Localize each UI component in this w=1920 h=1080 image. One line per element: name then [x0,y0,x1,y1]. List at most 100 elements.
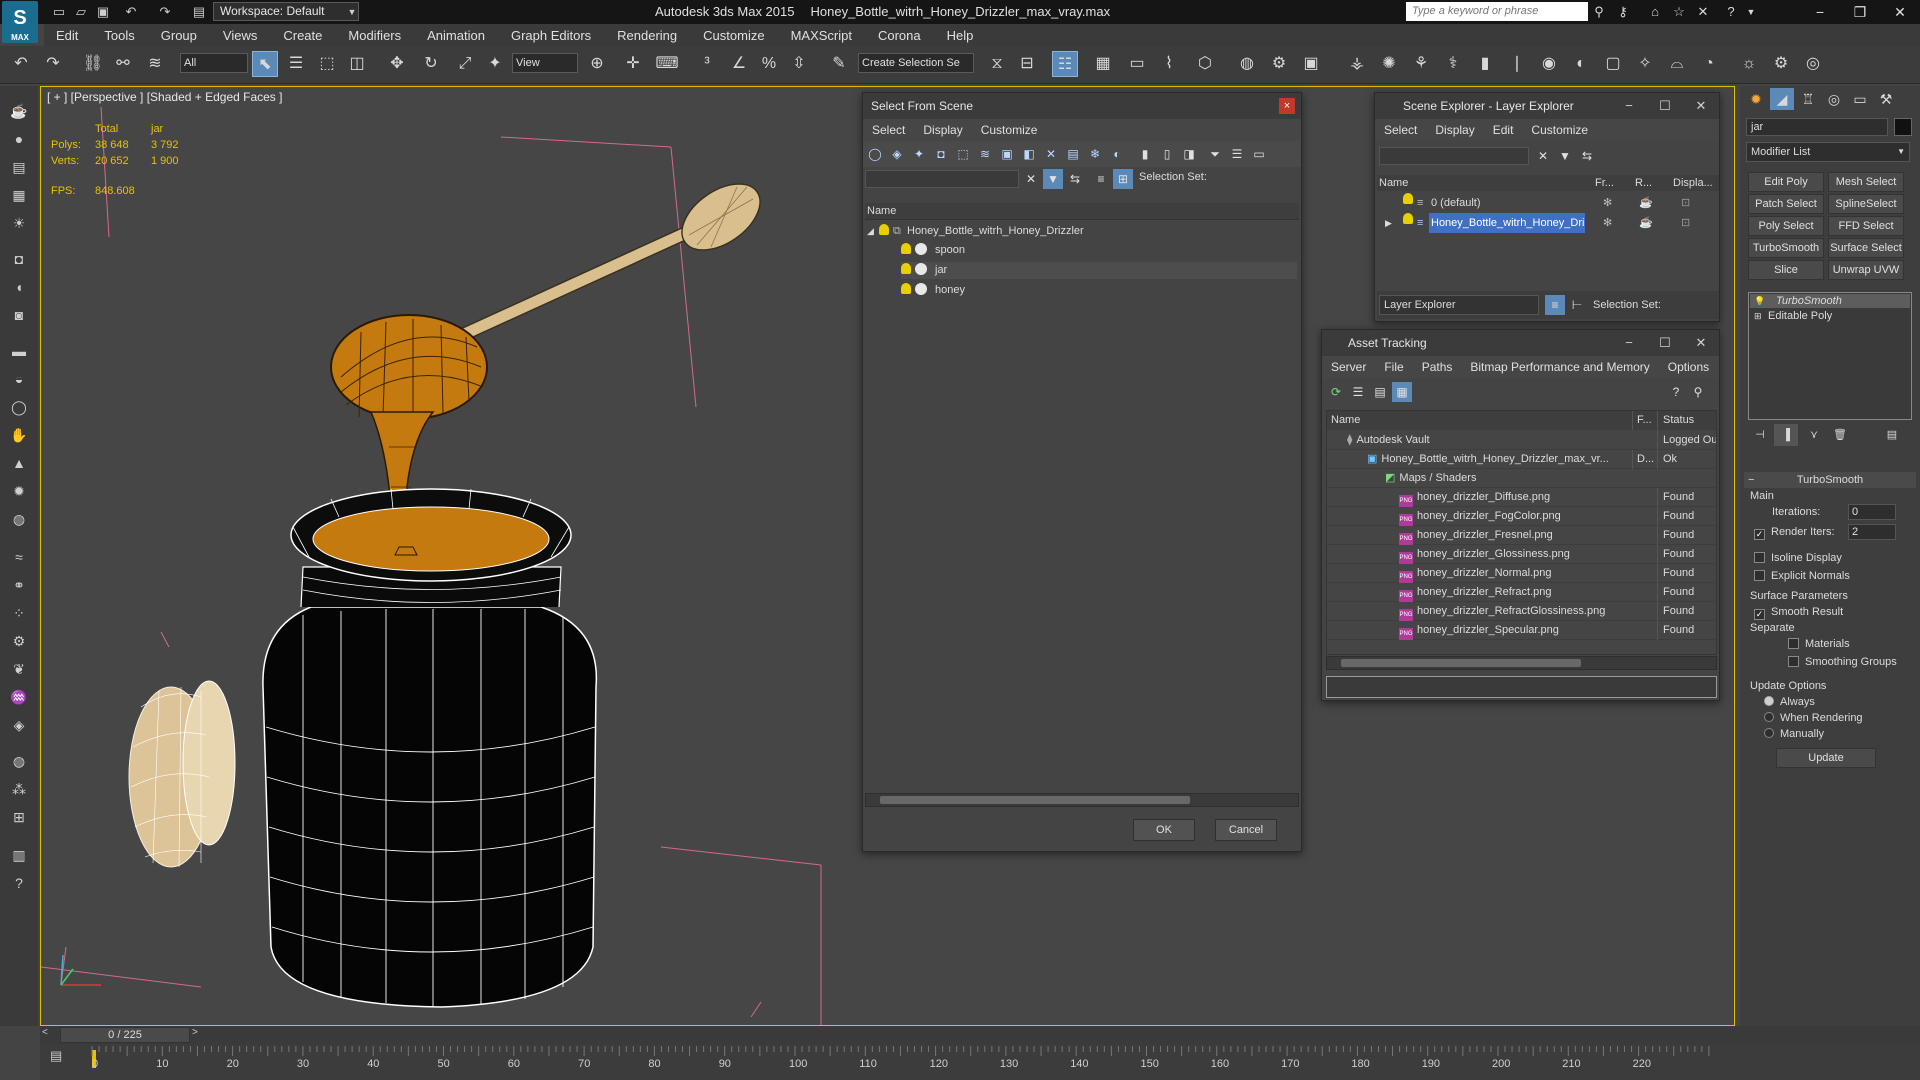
menu-views[interactable]: Views [210,28,270,43]
vray-dome-icon[interactable]: ⌓ [1664,51,1690,77]
save-file-icon[interactable]: ▣ [94,3,112,21]
curve-editor-icon[interactable]: ⌇ [1156,51,1182,77]
select-by-name-icon[interactable]: ☰ [283,51,309,77]
at-menu-file[interactable]: File [1375,360,1412,374]
molecule-icon[interactable]: ⚭ [7,574,31,596]
display-none-icon[interactable]: ▯ [1157,144,1177,164]
vray-plane-icon[interactable]: ❘ [1504,51,1530,77]
maximize-button[interactable]: ❐ [1840,0,1880,24]
close-button[interactable]: ✕ [1880,0,1920,24]
unwrap-uvw-button[interactable]: Unwrap UVW [1828,260,1904,280]
at-menu-paths[interactable]: Paths [1413,360,1462,374]
sx-col-render[interactable]: R... [1635,175,1652,191]
menu-group[interactable]: Group [148,28,210,43]
sx-sync-icon[interactable]: ⇆ [1577,146,1597,166]
at-menu-options[interactable]: Options [1659,360,1718,374]
menu-customize[interactable]: Customize [690,28,777,43]
mesh-select-button[interactable]: Mesh Select [1828,172,1904,192]
ref-coord-dropdown[interactable]: View [512,53,578,73]
tree-item-jar[interactable]: jar [901,262,1297,279]
sx-menu-customize[interactable]: Customize [1522,123,1597,137]
filter-icon[interactable]: ⏷ [1205,144,1225,164]
sx-menu-edit[interactable]: Edit [1484,123,1523,137]
asset-col-status[interactable]: Status [1657,411,1716,430]
display-hidden-icon[interactable]: ◐ [1107,144,1127,164]
undo-icon[interactable]: ↶ [122,3,140,21]
explicit-normals-checkbox[interactable] [1754,570,1765,581]
select-object-icon[interactable]: ⬉ [252,51,278,77]
menu-maxscript[interactable]: MAXScript [778,28,865,43]
rect-selection-icon[interactable]: ⬚ [314,51,340,77]
select-and-link-icon[interactable]: ⛓ [80,51,106,77]
display-lights-icon[interactable]: ✦ [909,144,929,164]
spinner-snap-icon[interactable]: ⇳ [786,51,812,77]
vray-proxy-icon[interactable]: ⚕ [1440,51,1466,77]
scene-explorer-title-bar[interactable]: Scene Explorer - Layer Explorer − ☐ ✕ [1375,93,1719,119]
render-iters-row[interactable]: ✓ Render Iters: [1754,526,1835,540]
sx-col-display[interactable]: Displa... [1673,175,1713,191]
asset-tracking-title-bar[interactable]: Asset Tracking − ☐ ✕ [1322,330,1719,356]
help-chevron-icon[interactable]: ▼ [1742,3,1760,21]
menu-rendering[interactable]: Rendering [604,28,690,43]
vray-frame-buffer-icon[interactable]: ▢ [1600,51,1626,77]
slice-button[interactable]: Slice [1748,260,1824,280]
asset-row[interactable]: PNG honey_drizzler_RefractGlossiness.png … [1327,602,1716,621]
sx-menu-display[interactable]: Display [1426,123,1483,137]
teapot-icon[interactable]: ☕ [7,100,31,122]
named-selection-sets-dropdown[interactable]: Create Selection Se [858,53,974,73]
render-teapot-icon[interactable]: ☕ [1639,213,1653,233]
visibility-bulb-icon[interactable] [901,263,911,274]
subscription-icon[interactable]: ⌂ [1646,3,1664,21]
camera-icon[interactable]: ◘ [7,248,31,270]
sx-search-input[interactable] [1379,147,1529,165]
sun-light-icon[interactable]: ✹ [7,480,31,502]
menu-corona[interactable]: Corona [865,28,934,43]
tree-item-spoon[interactable]: spoon [901,242,1297,259]
light-bulb-icon[interactable]: ☀ [7,212,31,234]
smooth-result-checkbox[interactable]: ✓ [1754,609,1765,620]
vray-ies-icon[interactable]: ◔ [1696,51,1722,77]
mini-curve-editor-icon[interactable]: ▤ [50,1048,68,1066]
sx-col-freeze[interactable]: Fr... [1595,175,1614,191]
menu-graph-editors[interactable]: Graph Editors [498,28,604,43]
configure-sets-icon[interactable]: ▤ [1880,424,1904,446]
render-iters-spinner[interactable]: 2 [1848,524,1896,540]
collapse-icon[interactable]: ▭ [1249,144,1269,164]
torus-icon[interactable]: ◯ [7,396,31,418]
project-folder-icon[interactable]: ▤ [190,3,208,21]
asset-col-name[interactable]: Name [1331,411,1631,430]
sfs-search-input[interactable] [865,170,1019,188]
render-iters-checkbox[interactable]: ✓ [1754,529,1765,540]
redo-icon[interactable]: ↷ [156,3,174,21]
display-invert-icon[interactable]: ◨ [1179,144,1199,164]
display-all-icon[interactable]: ▮ [1135,144,1155,164]
create-tab-icon[interactable]: ✹ [1744,88,1768,110]
new-file-icon[interactable]: ▭ [50,3,68,21]
asset-col-f[interactable]: F... [1632,411,1656,430]
explicit-normals-row[interactable]: Explicit Normals [1754,570,1850,582]
sx-filter-icon[interactable]: ▼ [1555,146,1575,166]
exchange-x-icon[interactable]: ✕ [1694,3,1712,21]
globe-icon[interactable]: ◍ [7,750,31,772]
bind-space-warp-icon[interactable]: ≋ [142,51,168,77]
sx-col-name[interactable]: Name [1379,175,1408,191]
clear-search-icon[interactable]: ✕ [1021,169,1041,189]
sfs-horizontal-scrollbar[interactable] [865,793,1299,807]
visibility-bulb-icon[interactable] [1403,213,1413,224]
asset-row[interactable]: PNG honey_drizzler_Glossiness.png Found [1327,545,1716,564]
wave-icon[interactable]: ≈ [7,546,31,568]
favorites-star-icon[interactable]: ☆ [1670,3,1688,21]
poly-select-button[interactable]: Poly Select [1748,216,1824,236]
filter-list-icon[interactable]: ☰ [1227,144,1247,164]
asset-path-field[interactable] [1326,676,1717,698]
display-containers-icon[interactable]: ▤ [1063,144,1083,164]
spline-select-button[interactable]: SplineSelect [1828,194,1904,214]
detail-view-icon[interactable]: ▤ [1370,382,1390,402]
motion-tab-icon[interactable]: ◎ [1822,88,1846,110]
display-spacewarps-icon[interactable]: ≋ [975,144,995,164]
expand-arrow-icon[interactable]: ◢ [867,223,879,240]
hair-icon[interactable]: ♒ [7,686,31,708]
vray-icon[interactable]: ⚘ [1408,51,1434,77]
sfs-column-name[interactable]: Name [865,203,1299,220]
menu-modifiers[interactable]: Modifiers [335,28,414,43]
